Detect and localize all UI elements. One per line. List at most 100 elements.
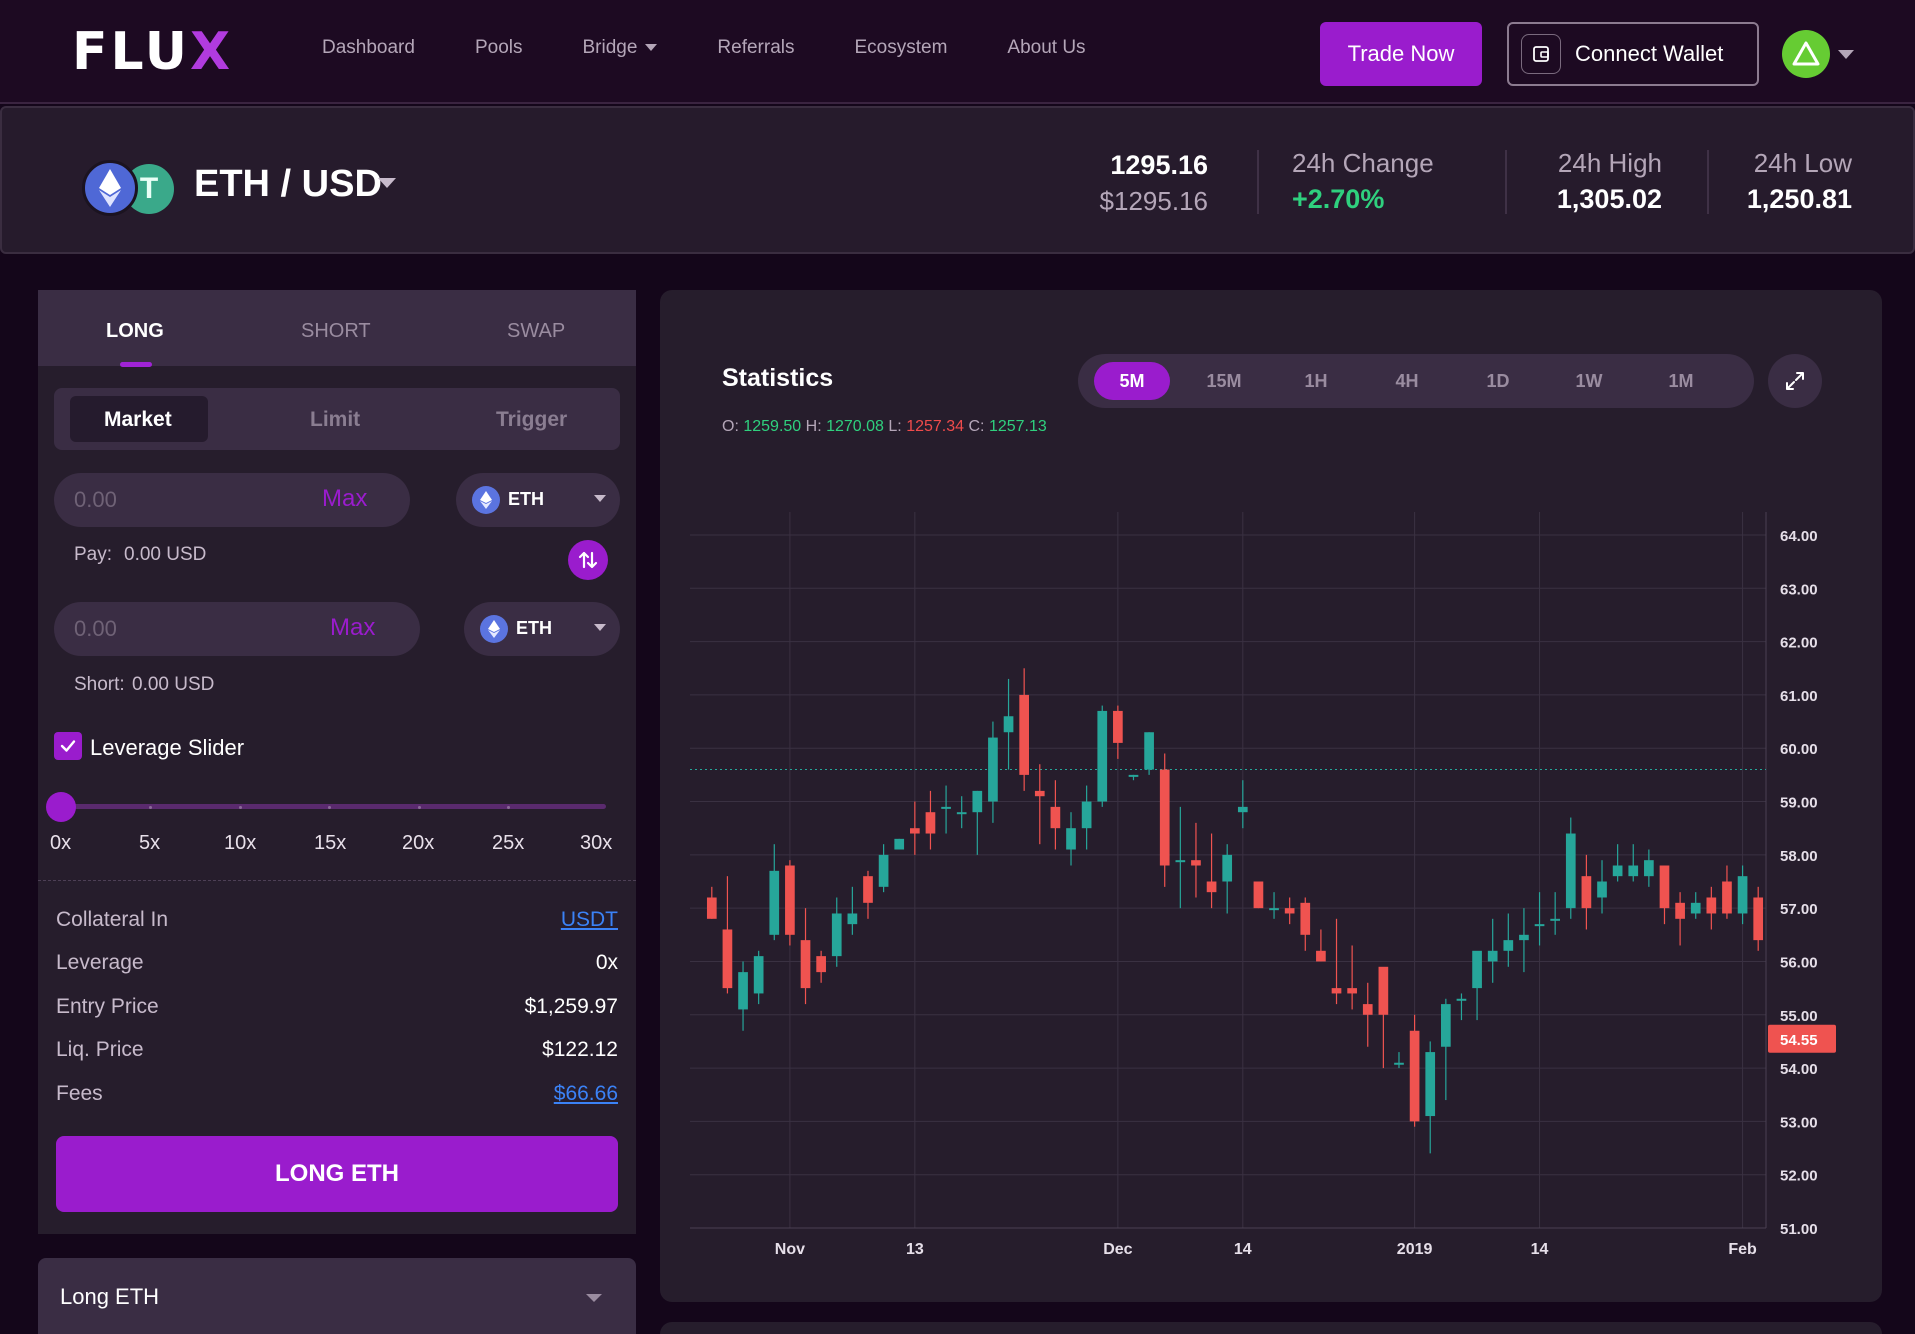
short-token-select[interactable]: ETH [464,602,620,656]
candle-body [1175,860,1186,863]
candle-body [941,806,951,809]
leverage-tick: 20x [402,832,435,854]
collateral-row: Collateral In USDT [56,908,618,938]
candle-body [1237,806,1248,813]
pair-selector[interactable]: ETH / USD [194,160,382,208]
swap-direction-button[interactable] [568,540,608,580]
candle-body [863,876,873,903]
candle-body [925,812,936,834]
candle-body [988,737,998,802]
candle-body [1222,854,1233,882]
nav-links: Dashboard Pools Bridge Referrals Ecosyst… [322,36,1146,60]
y-tick-label: 56.00 [1780,954,1818,971]
liq-price-row: Liq. Price $122.12 [56,1038,618,1068]
candle-body [1612,865,1623,877]
collateral-link[interactable]: USDT [561,908,618,932]
long-eth-button[interactable]: LONG ETH [56,1136,618,1212]
chevron-down-icon[interactable] [378,178,396,188]
candlestick-chart[interactable]: 64.00 63.00 62.00 61.00 60.00 59.00 58.00 57.00… [660,290,1882,1302]
low-label: 24h Low [1753,148,1852,178]
slider-mark [149,806,152,809]
candle-body [1113,710,1123,743]
candle-body [1394,1062,1404,1065]
pay-label: Pay: [74,544,113,565]
candle-body [1565,833,1576,909]
chart-panel: Statistics 5M 15M 1H 4H 1D 1W 1M O: 1259… [660,290,1882,1302]
slider-mark [418,806,421,809]
candle-body [1440,1004,1451,1047]
pay-amount-input[interactable]: 0.00 Max [54,473,410,527]
chevron-down-icon [594,495,606,502]
tab-long[interactable]: LONG [106,320,164,343]
order-type-market[interactable]: Market [104,408,172,432]
leverage-slider-checkbox[interactable] [54,732,82,760]
divider [1707,150,1709,214]
entry-price-label: Entry Price [56,995,159,1018]
position-accordion[interactable]: Long ETH [38,1258,636,1334]
trade-now-button[interactable]: Trade Now [1320,22,1482,86]
y-tick-label: 52.00 [1780,1168,1818,1185]
candle-body [1534,924,1545,927]
leverage-tick: 5x [139,832,161,854]
tab-short[interactable]: SHORT [301,320,371,343]
leverage-slider-thumb[interactable] [46,792,76,822]
y-tick-label: 62.00 [1780,635,1818,652]
candle-body [1300,902,1311,935]
candle-body [1347,988,1357,994]
avatar[interactable] [1782,30,1830,78]
y-tick-label: 60.00 [1780,741,1818,758]
x-tick-label: 2019 [1397,1241,1433,1258]
x-tick-label: Nov [775,1241,805,1258]
y-tick-label: 61.00 [1780,688,1818,705]
nav-bridge-label: Bridge [582,37,638,58]
candle-body [1675,902,1685,919]
y-tick-label: 58.00 [1780,848,1818,865]
nav-about-us[interactable]: About Us [1007,36,1085,60]
chevron-down-icon[interactable] [1838,50,1854,59]
candle-body [722,929,733,989]
flux-logo[interactable]: FLUX [72,24,233,80]
short-max-button[interactable]: Max [330,614,375,642]
order-type-limit[interactable]: Limit [310,408,360,432]
divider [38,880,636,881]
candle-body [816,956,826,973]
y-tick-label: 57.00 [1780,901,1818,918]
leverage-tick: 25x [492,832,525,854]
candle-body [1644,860,1654,877]
y-tick-label: 64.00 [1780,528,1818,545]
nav-dashboard[interactable]: Dashboard [322,36,415,60]
nav-ecosystem[interactable]: Ecosystem [854,36,947,60]
current-price-usd: $1295.16 [1099,186,1208,216]
candle-body [1081,801,1092,829]
order-type-trigger[interactable]: Trigger [496,408,567,432]
pay-token-select[interactable]: ETH [456,473,620,527]
connect-wallet-button[interactable]: Connect Wallet [1507,22,1759,86]
tab-swap[interactable]: SWAP [507,320,565,343]
fees-link[interactable]: $66.66 [554,1082,618,1106]
candle-body [738,972,748,1010]
y-tick-label: 59.00 [1780,795,1818,812]
candle-body [1487,950,1498,962]
nav-referrals[interactable]: Referrals [717,36,794,60]
candle-body [1206,881,1217,893]
y-tick-label: 54.00 [1780,1061,1818,1078]
short-amount-placeholder: 0.00 [74,616,117,641]
current-price: 1295.16 [1110,150,1208,180]
candle-body [1550,918,1561,921]
y-tick-label: 51.00 [1780,1221,1818,1238]
nav-pools[interactable]: Pools [475,36,523,60]
pay-max-button[interactable]: Max [322,485,367,513]
nav-bridge[interactable]: Bridge [582,36,658,60]
candle-body [1456,998,1467,1001]
logo-x: X [190,22,234,82]
y-tick-label: 55.00 [1780,1008,1818,1025]
change-stat: 24h Change +2.70% [1292,146,1456,218]
candle-body [972,790,983,813]
candle-body [1159,769,1170,866]
leverage-tick: 10x [224,832,257,854]
eth-icon [82,160,138,216]
trade-tabs: LONG SHORT SWAP [38,290,636,367]
last-price-label: 54.55 [1780,1032,1818,1049]
candle-body [753,956,764,994]
short-amount-input[interactable]: 0.00 Max [54,602,420,656]
